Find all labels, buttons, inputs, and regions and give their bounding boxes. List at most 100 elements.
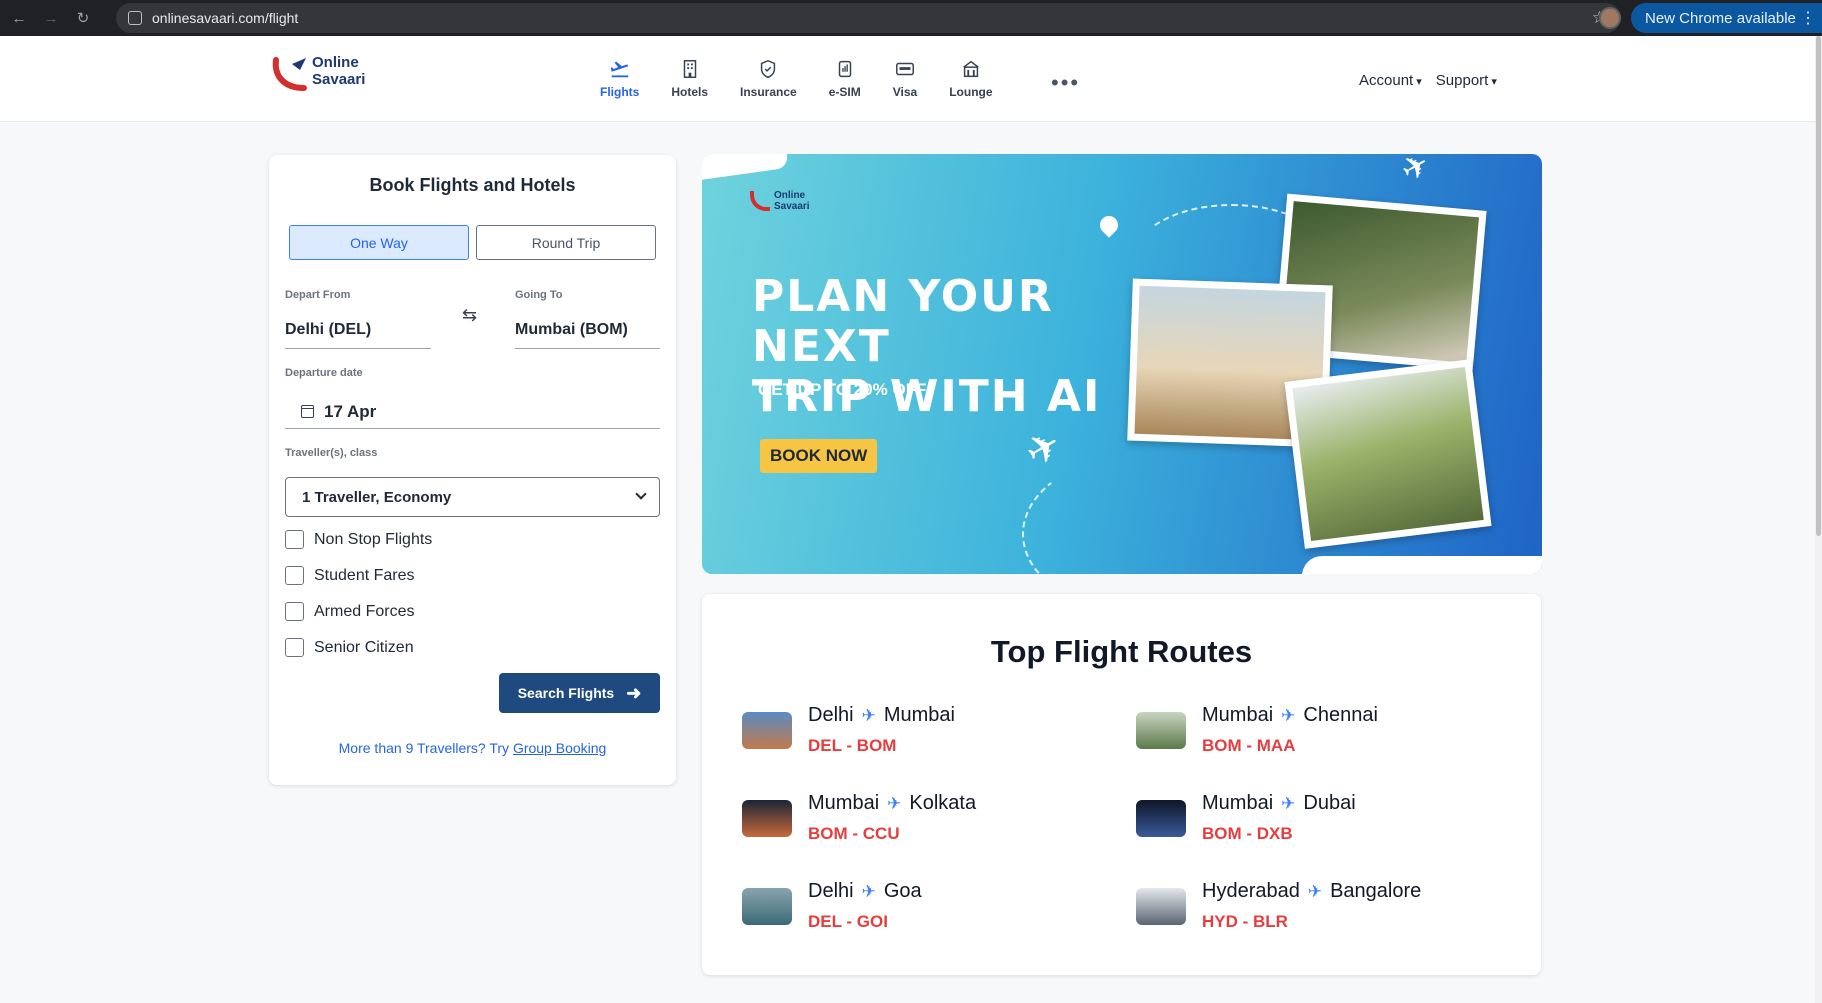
profile-avatar[interactable] [1599, 7, 1621, 29]
support-menu[interactable]: Support [1436, 72, 1497, 89]
checkbox-box[interactable] [285, 602, 304, 621]
group-booking-text: More than 9 Travellers? Try [338, 740, 513, 756]
route-item[interactable]: Mumbai ✈ Kolkata BOM - CCU [742, 792, 1122, 852]
nav-flights[interactable]: Flights [600, 58, 639, 118]
checkbox-label: Student Fares [314, 566, 415, 584]
visa-card-icon [895, 62, 914, 76]
lounge-icon [963, 60, 979, 78]
nav-visa-label: Visa [892, 85, 918, 99]
nav-visa[interactable]: Visa [893, 58, 917, 118]
plane-icon: ✈ [861, 881, 876, 901]
route-cities: Mumbai ✈ Kolkata [808, 792, 976, 815]
url-text[interactable]: onlinesavaari.com/flight [152, 10, 298, 26]
route-thumbnail [742, 888, 792, 925]
nav-lounge[interactable]: Lounge [949, 58, 993, 118]
forward-icon[interactable]: → [38, 5, 64, 31]
route-cities: Delhi ✈ Goa [808, 880, 922, 903]
checkbox-box[interactable] [285, 638, 304, 657]
nav-esim[interactable]: e-SIM [829, 58, 861, 118]
route-item[interactable]: Mumbai ✈ Chennai BOM - MAA [1136, 704, 1516, 764]
route-from: Mumbai [1202, 792, 1274, 814]
banner-logo-mark [750, 191, 770, 211]
site-logo[interactable]: Online Savaari [270, 54, 380, 94]
route-thumbnail [1136, 800, 1186, 837]
swap-icon[interactable]: ⇆ [462, 305, 477, 326]
booking-card: Book Flights and Hotels One Way Round Tr… [269, 155, 676, 785]
plane-icon: ✈ [1307, 881, 1323, 901]
nav-flights-label: Flights [600, 85, 640, 99]
route-to: Chennai [1303, 704, 1378, 726]
calendar-icon [301, 405, 314, 418]
logo-line-1: Online [312, 54, 359, 71]
route-to: Goa [883, 880, 922, 902]
address-bar[interactable]: onlinesavaari.com/flight ☆ [116, 3, 1621, 33]
promo-banner[interactable]: Online Savaari PLAN YOUR NEXT TRIP WITH … [702, 154, 1542, 574]
routes-title: Top Flight Routes [990, 634, 1253, 669]
round-trip-button[interactable]: Round Trip [476, 225, 656, 260]
senior-citizen-checkbox[interactable]: Senior Citizen [285, 638, 414, 657]
search-flights-label: Search Flights [517, 685, 615, 701]
checkbox-label: Senior Citizen [314, 638, 414, 656]
checkbox-box[interactable] [285, 566, 304, 585]
checkbox-box[interactable] [285, 530, 304, 549]
route-to: Mumbai [883, 704, 955, 726]
armed-forces-checkbox[interactable]: Armed Forces [285, 602, 414, 621]
back-icon[interactable]: ← [6, 5, 32, 31]
travel-photo-hiker [1284, 359, 1492, 549]
top-routes-card: Top Flight Routes Delhi ✈ Mumbai DEL - B… [702, 594, 1541, 975]
hotel-icon [683, 60, 696, 78]
route-code: DEL - GOI [808, 912, 888, 931]
route-to: Kolkata [909, 792, 977, 814]
travellers-select[interactable]: 1 Traveller, Economy [285, 477, 660, 517]
more-menu-icon[interactable]: ••• [1051, 70, 1080, 96]
scrollbar-thumb[interactable] [1816, 36, 1821, 536]
reload-icon[interactable]: ↻ [70, 5, 96, 31]
route-cities: Mumbai ✈ Dubai [1202, 792, 1356, 815]
banner-subtext: GET UP TO 20% OFF [758, 380, 927, 399]
nav-hotels[interactable]: Hotels [671, 58, 708, 118]
route-code: BOM - CCU [808, 824, 900, 843]
shield-icon [761, 59, 776, 79]
plane-icon: ✈ [887, 793, 902, 813]
header-menus: Account Support [1359, 72, 1497, 89]
group-booking-line: More than 9 Travellers? Try Group Bookin… [269, 740, 676, 756]
airplane-icon: ✈ [1394, 154, 1437, 190]
route-from: Delhi [808, 704, 854, 726]
search-flights-button[interactable]: Search Flights ➜ [499, 673, 660, 713]
banner-torn-edge [702, 154, 789, 181]
plane-icon: ✈ [1281, 705, 1296, 725]
book-now-button[interactable]: BOOK NOW [760, 439, 878, 473]
banner-torn-edge [1302, 556, 1542, 574]
chevron-down-icon [635, 488, 647, 500]
page-scrollbar[interactable] [1815, 36, 1822, 1003]
nav-hotels-label: Hotels [671, 85, 709, 99]
non-stop-checkbox[interactable]: Non Stop Flights [285, 530, 432, 549]
route-from: Mumbai [808, 792, 880, 814]
depart-field[interactable]: Delhi (DEL) [285, 321, 431, 349]
route-item[interactable]: Mumbai ✈ Dubai BOM - DXB [1136, 792, 1516, 852]
banner-logo-line-1: Online [774, 190, 806, 201]
one-way-button[interactable]: One Way [289, 225, 469, 260]
plane-icon: ✈ [1281, 793, 1296, 813]
site-info-icon[interactable] [128, 11, 142, 25]
account-menu[interactable]: Account [1359, 72, 1422, 89]
route-item[interactable]: Delhi ✈ Mumbai DEL - BOM [742, 704, 1122, 764]
going-field[interactable]: Mumbai (BOM) [515, 321, 660, 349]
nav-insurance[interactable]: Insurance [740, 58, 797, 118]
nav-insurance-label: Insurance [740, 85, 797, 99]
nav-lounge-label: Lounge [949, 85, 993, 99]
travellers-value: 1 Traveller, Economy [302, 488, 452, 506]
departure-date-field[interactable]: 17 Apr [285, 395, 660, 429]
kebab-menu-icon[interactable]: ⋮ [1800, 8, 1816, 28]
nav-esim-label: e-SIM [828, 85, 861, 99]
route-item[interactable]: Delhi ✈ Goa DEL - GOI [742, 880, 1122, 940]
student-fares-checkbox[interactable]: Student Fares [285, 566, 415, 585]
route-thumbnail [1136, 712, 1186, 749]
route-item[interactable]: Hyderabad ✈ Bangalore HYD - BLR [1136, 880, 1516, 940]
travellers-label: Traveller(s), class [285, 447, 378, 459]
group-booking-link[interactable]: Group Booking [513, 740, 606, 756]
chrome-update-button[interactable]: New Chrome available ⋮ [1631, 3, 1822, 33]
route-cities: Hyderabad ✈ Bangalore [1202, 880, 1421, 903]
route-from: Delhi [808, 880, 854, 902]
route-thumbnail [742, 712, 792, 749]
